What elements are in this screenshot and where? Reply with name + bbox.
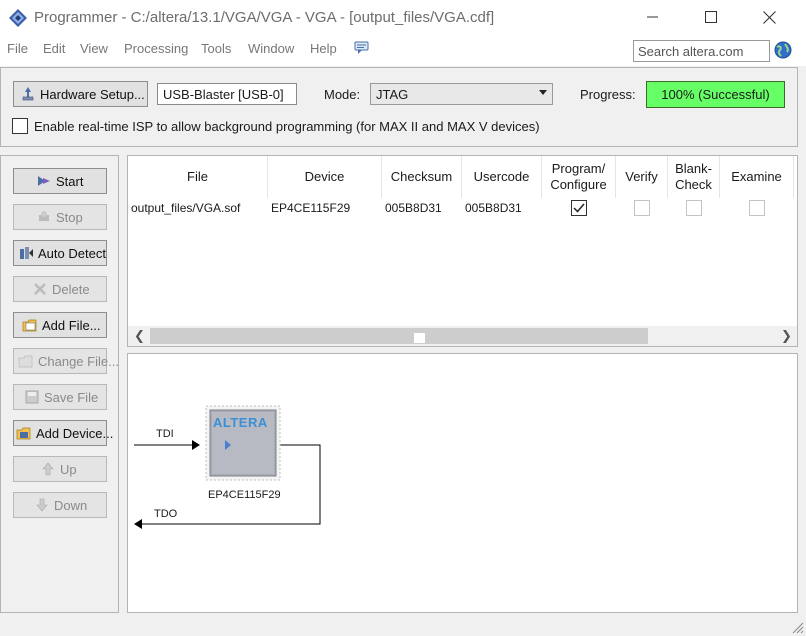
program-configure-checkbox[interactable] [571, 200, 587, 216]
minimize-button[interactable] [624, 0, 682, 34]
up-button[interactable]: Up [13, 456, 107, 482]
up-label: Up [60, 461, 77, 477]
mode-label: Mode: [324, 87, 361, 102]
close-icon [762, 10, 776, 24]
close-button[interactable] [740, 0, 798, 34]
window-title: Programmer - C:/altera/13.1/VGA/VGA - VG… [34, 9, 495, 26]
title-bar: Programmer - C:/altera/13.1/VGA/VGA - VG… [0, 0, 806, 36]
cell-usercode: 005B8D31 [465, 201, 522, 215]
maximize-button[interactable] [682, 0, 740, 34]
column-header-examine[interactable]: Examine [720, 156, 794, 198]
jtag-chain-diagram: ALTERA TDI TDO EP4CE115F29 [127, 353, 798, 613]
stop-icon [39, 211, 49, 221]
column-header-device[interactable]: Device [268, 156, 382, 198]
stop-button[interactable]: Stop [13, 204, 107, 230]
chevron-left-icon[interactable]: ❮ [134, 328, 145, 344]
message-icon[interactable] [354, 41, 370, 55]
scrollbar-grip [414, 333, 425, 343]
hardware-setup-button[interactable]: Hardware Setup... [13, 81, 148, 107]
column-header-program-configure[interactable]: Program/ Configure [542, 156, 616, 198]
mode-select[interactable]: JTAG [370, 83, 553, 105]
change-file-label: Change File... [38, 353, 119, 369]
scrollbar-thumb[interactable] [150, 328, 648, 344]
delete-button[interactable]: Delete [13, 276, 107, 302]
start-button[interactable]: Start [13, 168, 107, 194]
delete-icon [34, 283, 46, 295]
column-header-blank-check[interactable]: Blank- Check [668, 156, 720, 198]
add-file-label: Add File... [42, 317, 101, 333]
progress-bar: 100% (Successful) [646, 81, 785, 108]
column-header-usercode[interactable]: Usercode [462, 156, 542, 198]
examine-checkbox[interactable] [749, 200, 765, 216]
chevron-down-icon [539, 90, 547, 95]
down-button[interactable]: Down [13, 492, 107, 518]
save-file-button[interactable]: Save File [13, 384, 107, 410]
menu-file[interactable]: File [7, 41, 28, 56]
menu-help[interactable]: Help [310, 41, 337, 56]
add-device-label: Add Device... [36, 425, 114, 441]
checkmark-icon [573, 203, 585, 213]
hardware-setup-icon [22, 87, 34, 101]
isp-checkbox[interactable] [12, 118, 28, 134]
menu-edit[interactable]: Edit [43, 41, 65, 56]
hardware-field: USB-Blaster [USB-0] [157, 83, 297, 105]
menu-window[interactable]: Window [248, 41, 294, 56]
horizontal-scrollbar[interactable]: ❮ ❯ [128, 326, 797, 346]
hardware-setup-label: Hardware Setup... [40, 86, 145, 102]
auto-detect-button[interactable]: Auto Detect [13, 240, 107, 266]
progress-value: 100% (Successful) [661, 87, 770, 102]
column-header-verify[interactable]: Verify [616, 156, 668, 198]
change-file-button[interactable]: Change File... [13, 348, 119, 374]
up-icon [42, 462, 54, 476]
file-table: File Device Checksum Usercode Program/ C… [127, 155, 798, 347]
save-file-icon [25, 390, 39, 404]
search-input[interactable] [633, 40, 770, 62]
chevron-right-icon[interactable]: ❯ [781, 328, 792, 344]
resize-grip-icon[interactable] [790, 620, 804, 634]
add-file-icon [22, 319, 37, 332]
menu-view[interactable]: View [80, 41, 108, 56]
isp-label: Enable real-time ISP to allow background… [34, 119, 540, 134]
jtag-chain-graphic [134, 405, 321, 529]
chip-name-label: EP4CE115F29 [208, 489, 281, 501]
menu-tools[interactable]: Tools [201, 41, 231, 56]
start-icon [38, 176, 50, 186]
add-device-button[interactable]: Add Device... [13, 420, 113, 446]
column-header-file[interactable]: File [128, 156, 268, 198]
tdo-label: TDO [154, 508, 178, 520]
altera-logo: ALTERA [213, 415, 268, 430]
auto-detect-label: Auto Detect [38, 245, 106, 261]
minimize-icon [647, 16, 658, 18]
stop-label: Stop [56, 209, 83, 225]
auto-detect-icon [20, 247, 33, 259]
globe-icon[interactable] [774, 41, 792, 59]
cell-checksum: 005B8D31 [385, 201, 442, 215]
programmer-app-icon [9, 9, 27, 27]
cell-file: output_files/VGA.sof [131, 201, 241, 215]
delete-label: Delete [52, 281, 90, 297]
verify-checkbox[interactable] [634, 200, 650, 216]
add-device-icon [16, 427, 31, 440]
cell-device: EP4CE115F29 [271, 201, 351, 215]
change-file-icon [18, 355, 33, 368]
column-header-checksum[interactable]: Checksum [382, 156, 462, 198]
menu-processing[interactable]: Processing [124, 41, 188, 56]
blank-check-checkbox[interactable] [686, 200, 702, 216]
down-icon [36, 498, 48, 512]
tdi-label: TDI [156, 428, 174, 440]
start-label: Start [56, 173, 84, 189]
save-file-label: Save File [44, 389, 99, 405]
maximize-icon [705, 11, 717, 23]
add-file-button[interactable]: Add File... [13, 312, 107, 338]
progress-label: Progress: [580, 87, 636, 102]
down-label: Down [54, 497, 88, 513]
